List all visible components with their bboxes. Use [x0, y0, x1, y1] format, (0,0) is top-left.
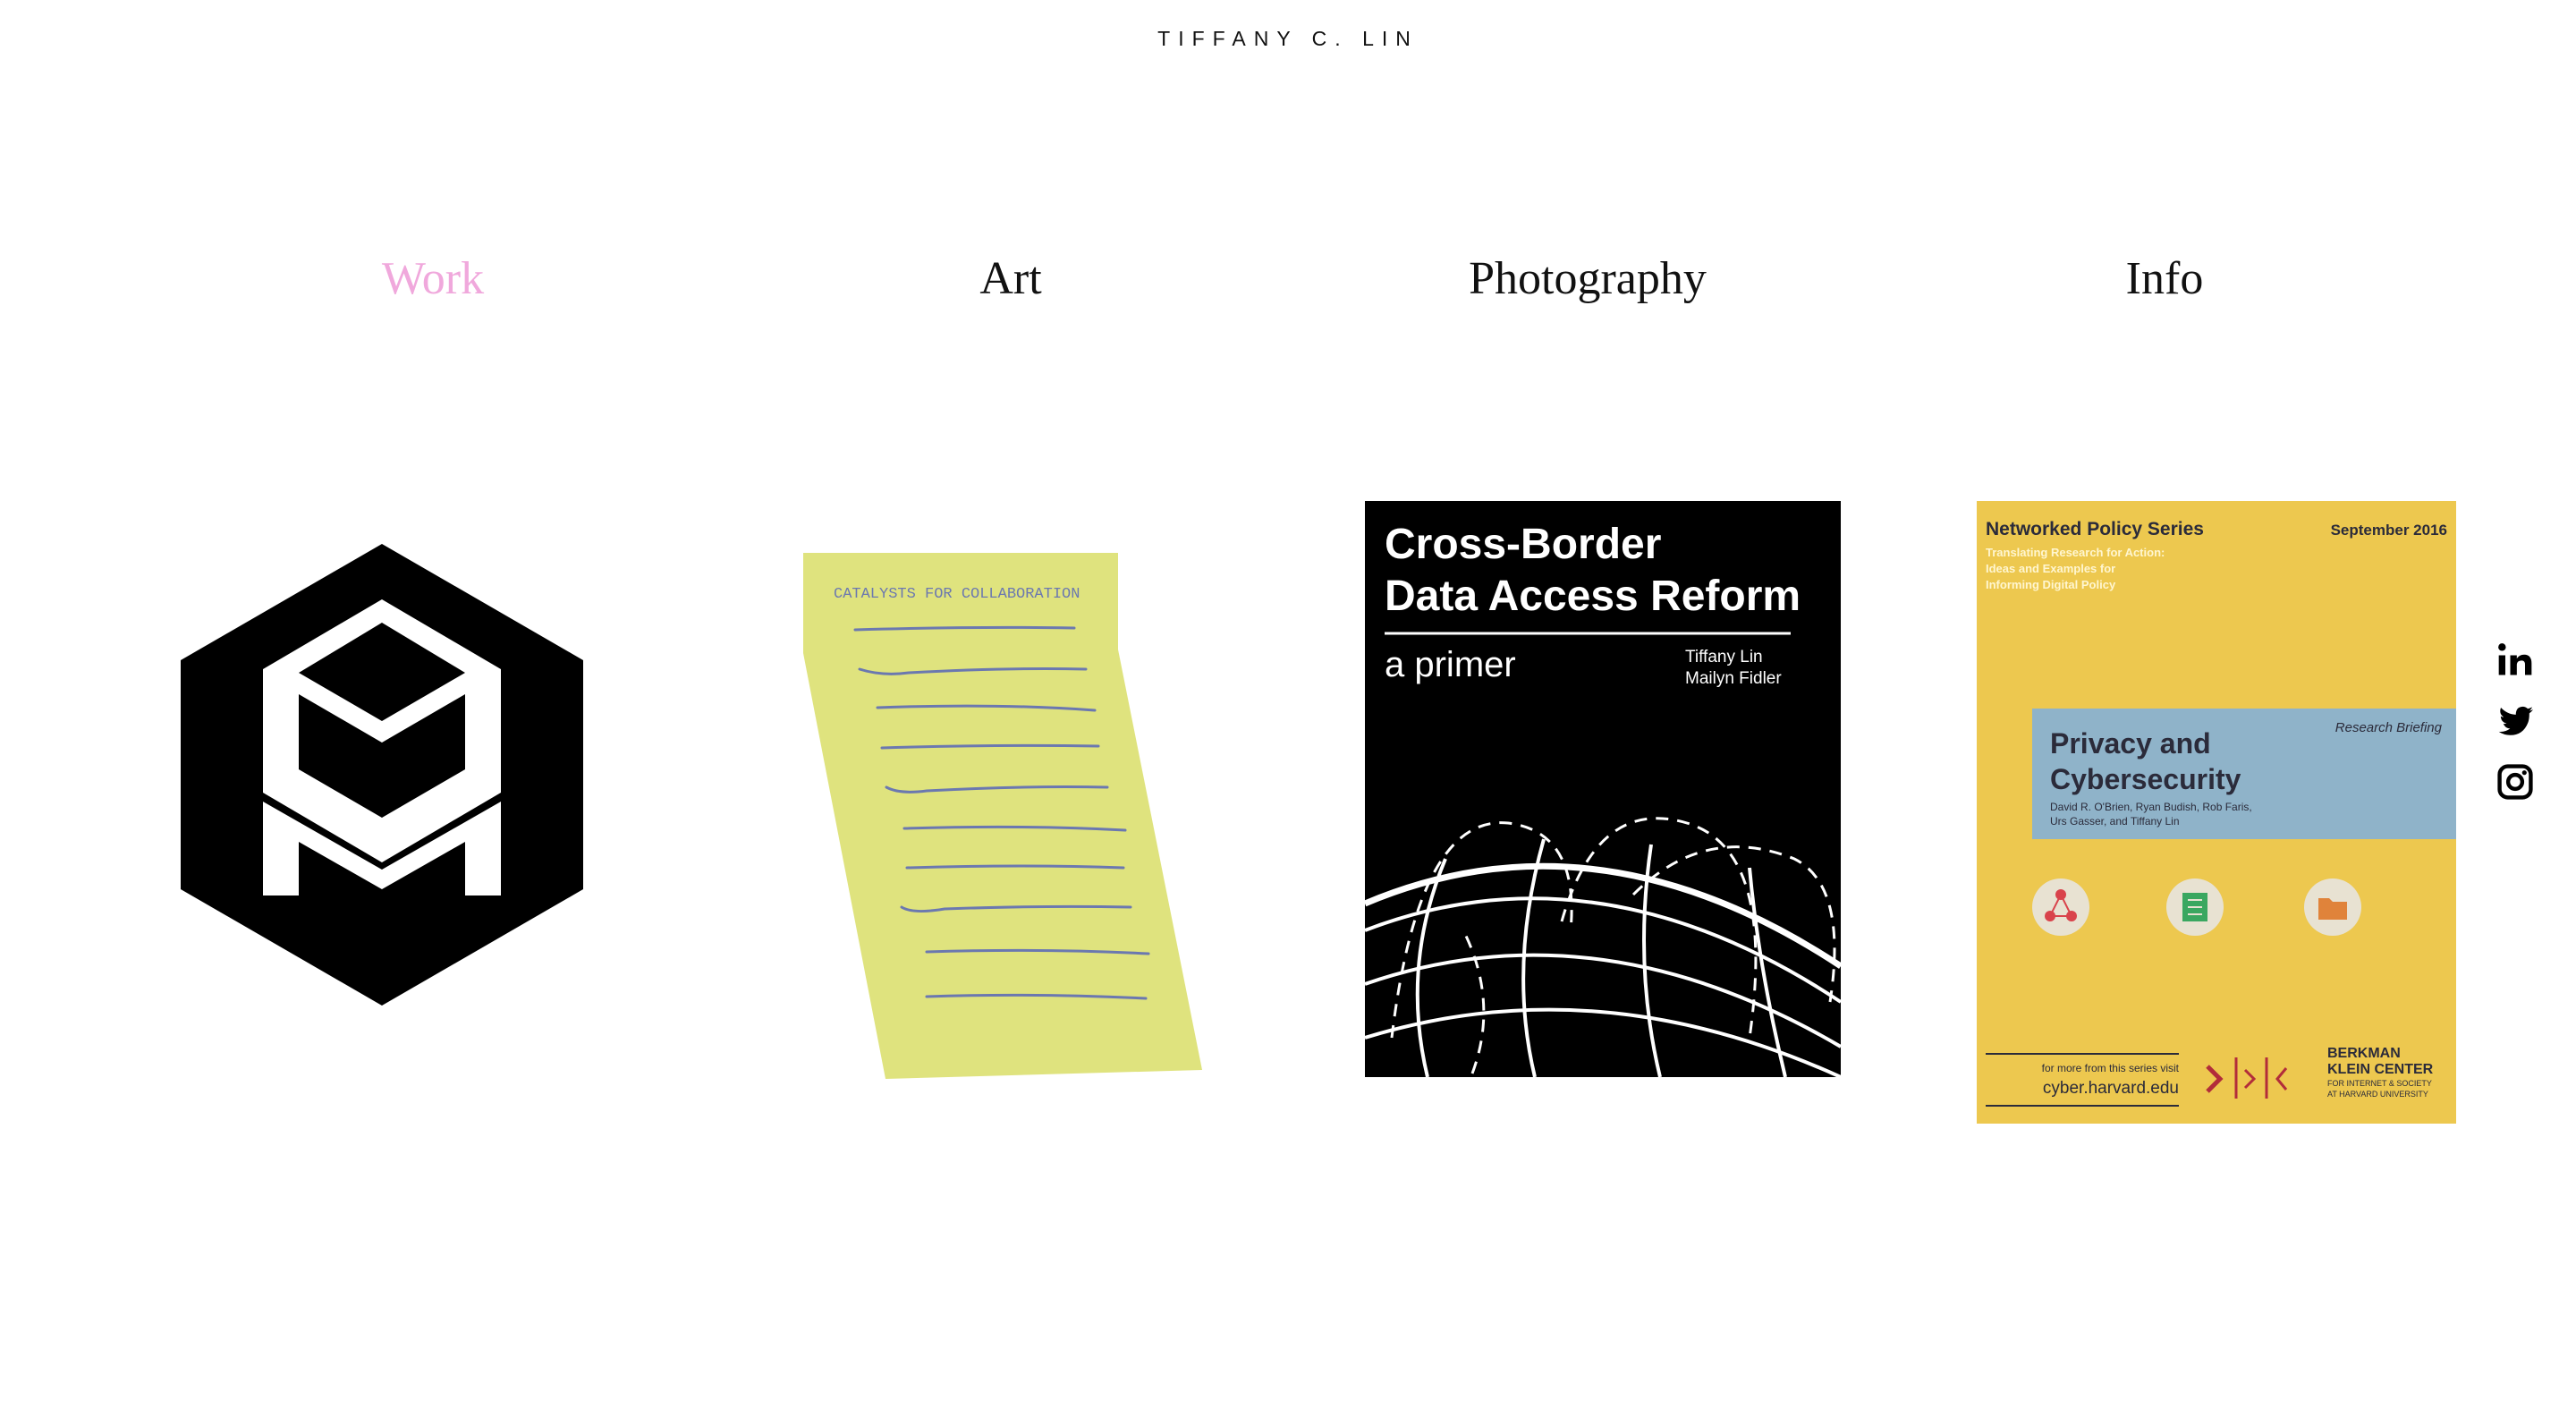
poster-tagline-2: Ideas and Examples for: [1986, 562, 2115, 575]
poster-tag: Research Briefing: [2335, 720, 2443, 735]
catalysts-heading: CATALYSTS FOR COLLABORATION: [834, 586, 1080, 603]
nav-art[interactable]: Art: [979, 252, 1041, 305]
main-nav: Work Art Photography Info: [0, 252, 2576, 315]
poster-org-1: BERKMAN: [2327, 1046, 2401, 1061]
cover-title-line1: Cross-Border: [1385, 521, 1661, 568]
linkedin-link[interactable]: [2496, 641, 2535, 680]
cross-border-cover-image: Cross-Border Data Access Reform a primer…: [1365, 501, 1841, 1077]
poster-more-text: for more from this series visit: [2042, 1062, 2180, 1074]
poster-title-line2: Cybersecurity: [2050, 763, 2241, 795]
hexagon-logo-image: [181, 544, 583, 1006]
cover-title-line2: Data Access Reform: [1385, 573, 1801, 620]
linkedin-icon: [2498, 643, 2532, 675]
network-icon: [2032, 879, 2089, 936]
cover-author-2: Mailyn Fidler: [1685, 669, 1782, 688]
poster-url: cyber.harvard.edu: [2043, 1079, 2179, 1098]
project-tile-hex-logo[interactable]: [179, 542, 586, 1007]
privacy-poster-image: Networked Policy Series September 2016 T…: [1977, 501, 2456, 1124]
nav-work[interactable]: Work: [382, 252, 484, 305]
nav-info[interactable]: Info: [2126, 252, 2204, 305]
project-tile-cross-border[interactable]: Cross-Border Data Access Reform a primer…: [1365, 501, 1841, 1077]
instagram-icon: [2497, 764, 2533, 800]
project-tile-catalysts[interactable]: CATALYSTS FOR COLLABORATION: [801, 551, 1209, 1079]
twitter-link[interactable]: [2496, 701, 2535, 741]
document-icon: [2166, 879, 2224, 936]
instagram-link[interactable]: [2496, 762, 2535, 802]
poster-authors-1: David R. O'Brien, Ryan Budish, Rob Faris…: [2050, 801, 2252, 813]
poster-authors-2: Urs Gasser, and Tiffany Lin: [2050, 815, 2180, 828]
poster-org-4: AT HARVARD UNIVERSITY: [2327, 1090, 2428, 1099]
poster-org-3: FOR INTERNET & SOCIETY: [2327, 1079, 2432, 1088]
poster-org-2: KLEIN CENTER: [2327, 1062, 2434, 1077]
cover-author-1: Tiffany Lin: [1685, 648, 1763, 666]
poster-tagline-1: Translating Research for Action:: [1986, 546, 2165, 559]
project-tile-privacy-cybersecurity[interactable]: Networked Policy Series September 2016 T…: [1977, 501, 2456, 1124]
site-title[interactable]: TIFFANY C. LIN: [0, 27, 2576, 51]
nav-photography[interactable]: Photography: [1469, 252, 1707, 305]
poster-date: September 2016: [2331, 522, 2447, 539]
catalysts-note-image: CATALYSTS FOR COLLABORATION: [803, 553, 1202, 1079]
folder-icon: [2304, 879, 2361, 936]
poster-title-line1: Privacy and: [2050, 727, 2211, 760]
poster-series: Networked Policy Series: [1986, 519, 2204, 539]
twitter-icon: [2498, 706, 2534, 735]
cover-subtitle: a primer: [1385, 645, 1516, 684]
poster-tagline-3: Informing Digital Policy: [1986, 578, 2116, 591]
